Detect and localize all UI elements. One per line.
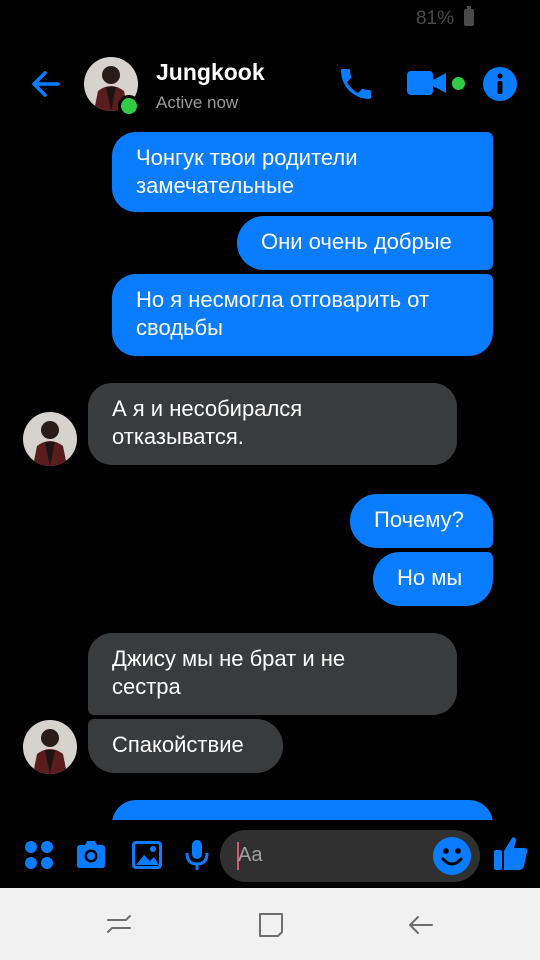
contact-status: Active now: [156, 93, 239, 112]
camera-icon[interactable]: [74, 838, 108, 872]
video-camera-icon[interactable]: [406, 68, 448, 98]
message-bubble-incoming[interactable]: Спакойствие: [88, 719, 283, 773]
message-bubble-outgoing-partial[interactable]: [112, 800, 493, 820]
battery-icon: [464, 6, 474, 26]
message-composer: Aa: [0, 820, 540, 888]
apps-icon[interactable]: [22, 838, 56, 872]
home-icon[interactable]: [256, 910, 286, 940]
recent-apps-icon[interactable]: [104, 910, 134, 940]
video-active-indicator: [452, 77, 465, 90]
battery-level: 81%: [415, 8, 454, 29]
chat-header: Jungkook Active now: [0, 40, 540, 130]
message-input[interactable]: Aa: [220, 830, 480, 882]
message-bubble-incoming[interactable]: Джису мы не брат и не сестра: [88, 633, 457, 715]
message-bubble-outgoing[interactable]: Чонгук твои родители замечательные: [112, 132, 493, 212]
back-icon[interactable]: [406, 910, 436, 940]
message-bubble-outgoing[interactable]: Но я несмогла отговарить от сводьбы: [112, 274, 493, 356]
message-bubble-outgoing[interactable]: Но мы: [373, 552, 493, 606]
status-bar: 81%: [0, 0, 540, 38]
message-bubble-outgoing[interactable]: Почему?: [350, 494, 493, 548]
info-icon[interactable]: [482, 66, 518, 102]
message-input-placeholder: Aa: [238, 844, 263, 866]
microphone-icon[interactable]: [180, 838, 214, 872]
phone-icon[interactable]: [336, 64, 376, 104]
message-list[interactable]: Чонгук твои родители замечательные Они о…: [0, 130, 540, 820]
contact-name[interactable]: Jungkook: [156, 59, 265, 86]
contact-avatar[interactable]: [23, 412, 77, 466]
contact-avatar[interactable]: [23, 720, 77, 774]
gallery-icon[interactable]: [130, 838, 164, 872]
thumbs-up-icon[interactable]: [492, 834, 530, 872]
online-indicator: [118, 95, 140, 117]
back-arrow-icon[interactable]: [28, 66, 64, 102]
message-bubble-incoming[interactable]: А я и несобирался отказыватся.: [88, 383, 457, 465]
emoji-icon[interactable]: [432, 836, 472, 876]
system-navigation-bar: [0, 888, 540, 960]
message-bubble-outgoing[interactable]: Они очень добрые: [237, 216, 493, 270]
